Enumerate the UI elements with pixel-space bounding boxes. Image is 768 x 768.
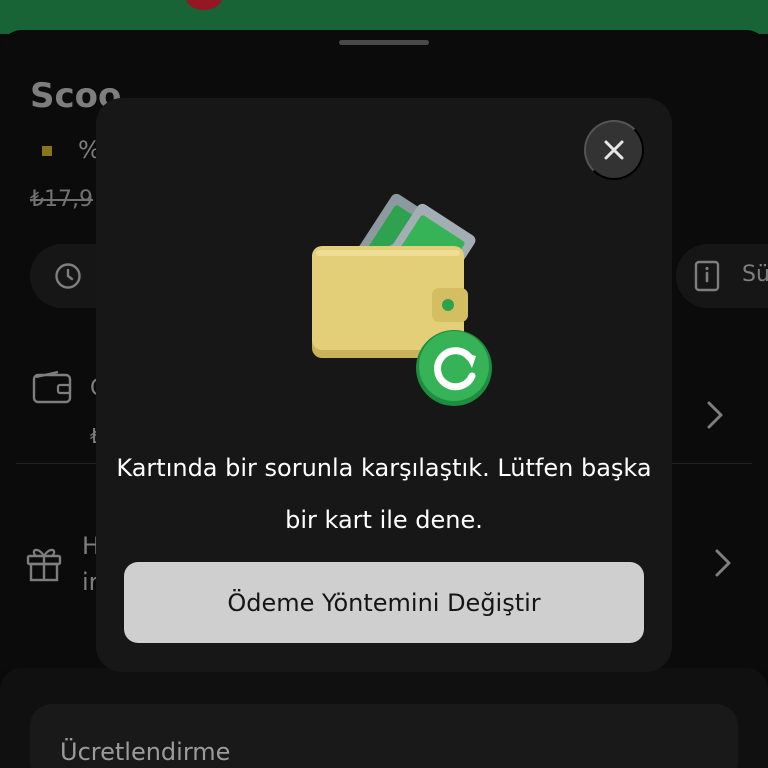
- close-button[interactable]: [584, 120, 644, 180]
- payment-error-dialog: Kartında bir sorunla karşılaştık. Lütfen…: [96, 98, 672, 672]
- change-payment-method-button[interactable]: Ödeme Yöntemini Değiştir: [124, 562, 644, 643]
- close-icon: [604, 140, 624, 160]
- error-message: Kartında bir sorunla karşılaştık. Lütfen…: [116, 454, 652, 534]
- wallet-refresh-icon: [312, 193, 492, 406]
